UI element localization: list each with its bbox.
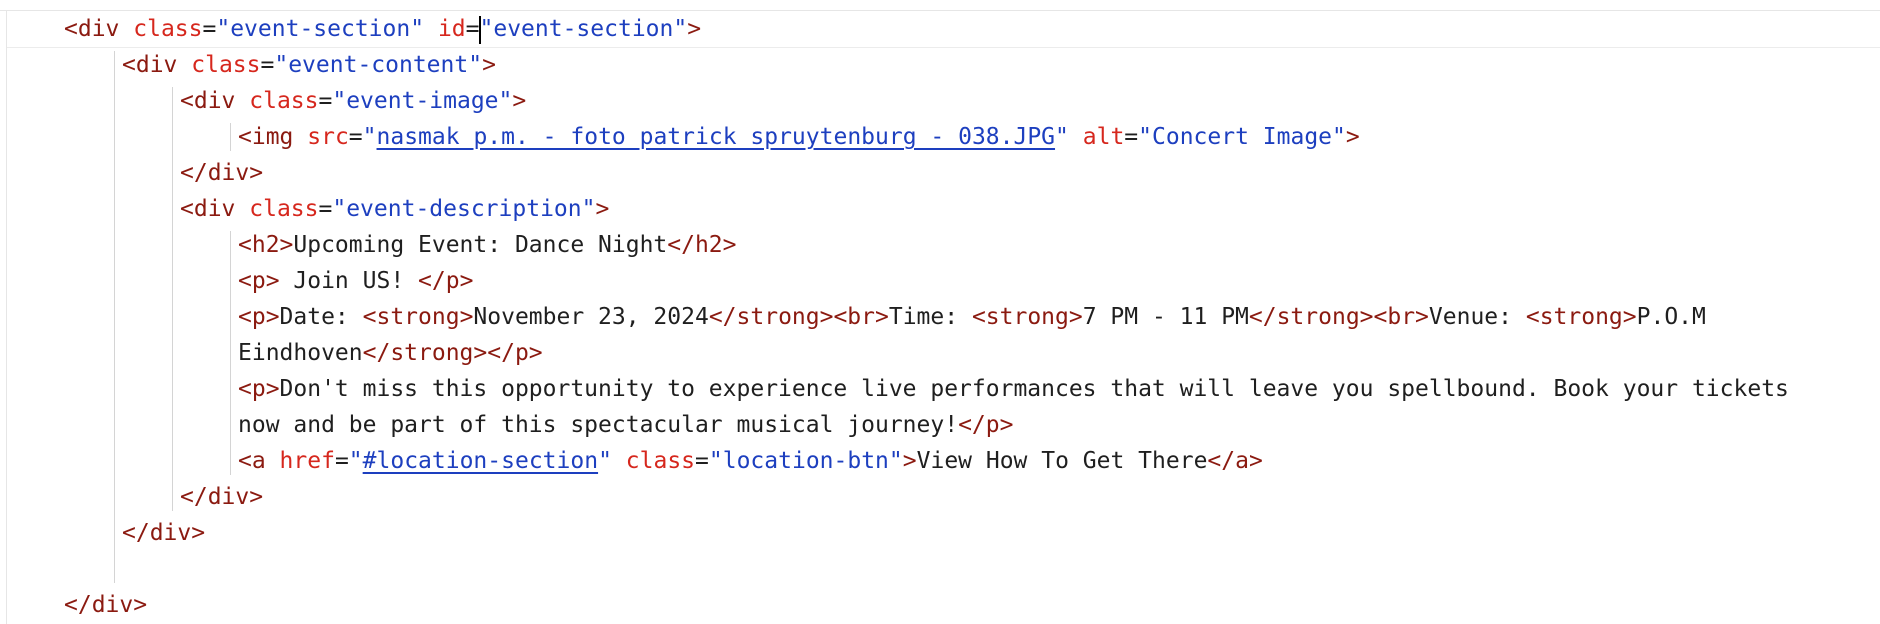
code-token-attribute: href — [279, 448, 335, 474]
code-token-value: "event-description" — [332, 196, 596, 222]
code-token-text: Time: — [888, 304, 972, 330]
code-token-value: "event-content" — [274, 52, 483, 78]
code-token-text: 7 PM - 11 PM — [1082, 304, 1249, 330]
code-token-text: Upcoming Event: Dance Night — [293, 232, 668, 258]
code-token-value: " — [598, 448, 612, 474]
code-token-text: Venue: — [1428, 304, 1526, 330]
code-token-tag: </div> — [64, 592, 148, 618]
code-token-attribute: alt — [1082, 124, 1125, 150]
code-token-tag: > — [482, 52, 496, 78]
code-token-tag: <div — [122, 52, 192, 78]
code-token-tag: </p> — [958, 412, 1014, 438]
code-token-text: View How To Get There — [916, 448, 1208, 474]
code-line[interactable]: Eindhoven</strong></p> — [238, 335, 543, 371]
code-token-text: = — [695, 448, 709, 474]
code-token-value: " — [1055, 124, 1069, 150]
code-token-tag: > — [687, 16, 702, 42]
editor-gutter-border — [6, 10, 7, 624]
code-token-value: " — [362, 124, 377, 150]
indent-guide — [230, 123, 231, 151]
code-token-text: = — [260, 52, 275, 78]
code-token-text: Eindhoven — [238, 340, 363, 366]
code-token-tag: <strong> — [362, 304, 474, 330]
code-token-tag: </p> — [418, 268, 474, 294]
code-token-tag: > — [1345, 124, 1360, 150]
indent-guide — [172, 87, 173, 511]
code-token-tag: </strong><br> — [1248, 304, 1429, 330]
code-line[interactable]: <p> Join US! </p> — [238, 263, 473, 299]
code-line[interactable]: </div> — [122, 515, 205, 551]
code-token-attribute: class — [133, 16, 203, 42]
code-token-attribute: class — [191, 52, 261, 78]
code-token-text: = — [1124, 124, 1139, 150]
code-line[interactable]: <a href="#location-section" class="locat… — [238, 443, 1263, 479]
code-token-text: = — [465, 16, 480, 42]
indent-guide — [114, 51, 115, 583]
code-line[interactable]: <div class="event-content"> — [122, 47, 496, 83]
code-token-tag: </div> — [122, 520, 206, 546]
code-line[interactable]: </div> — [180, 479, 263, 515]
code-token-tag: </h2> — [667, 232, 737, 258]
code-line[interactable]: <div class="event-description"> — [180, 191, 609, 227]
code-token-value: "Concert Image" — [1138, 124, 1346, 150]
code-token-text: = — [318, 196, 333, 222]
code-token-attribute: src — [307, 124, 349, 150]
code-token-value: "event-section" — [479, 16, 688, 42]
code-line[interactable]: <div class="event-image"> — [180, 83, 526, 119]
code-token-text: P.O.M — [1636, 304, 1706, 330]
code-token-tag: <strong> — [1525, 304, 1637, 330]
code-token-tag: <div — [64, 16, 134, 42]
code-token-link[interactable]: nasmak p.m. - foto patrick spruytenburg … — [377, 124, 1056, 150]
code-line[interactable]: <img src="nasmak p.m. - foto patrick spr… — [238, 119, 1360, 155]
code-token-text: Join US! — [279, 268, 419, 294]
code-token-tag: <a — [238, 448, 280, 474]
code-token-text: now and be part of this spectacular musi… — [238, 412, 959, 438]
code-token-tag: <h2> — [238, 232, 294, 258]
code-editor[interactable]: <div class="event-section" id="event-sec… — [0, 0, 1880, 624]
code-token-attribute: id — [437, 16, 466, 42]
code-token-tag: <p> — [238, 268, 280, 294]
code-token-tag: </strong></p> — [362, 340, 543, 366]
code-token-tag: > — [595, 196, 610, 222]
code-token-tag: </div> — [180, 484, 264, 510]
code-token-text: November 23, 2024 — [473, 304, 709, 330]
code-token-tag: <div — [180, 196, 250, 222]
code-line[interactable]: now and be part of this spectacular musi… — [238, 407, 1013, 443]
code-line[interactable]: <h2>Upcoming Event: Dance Night</h2> — [238, 227, 737, 263]
code-line[interactable]: <div class="event-section" id="event-sec… — [64, 11, 701, 47]
code-line[interactable]: </div> — [180, 155, 263, 191]
code-token-attribute: class — [249, 88, 319, 114]
code-token-text: = — [334, 448, 349, 474]
code-line[interactable]: <p>Date: <strong>November 23, 2024</stro… — [238, 299, 1706, 335]
code-token-tag: <img — [238, 124, 308, 150]
code-token-tag: </strong><br> — [708, 304, 889, 330]
code-token-text: Don't miss this opportunity to experienc… — [279, 376, 1789, 402]
code-token-attribute: class — [249, 196, 319, 222]
code-token-tag: <div — [180, 88, 250, 114]
code-token-value: "event-section" — [216, 16, 425, 42]
code-token-value: "event-image" — [332, 88, 513, 114]
code-token-tag: <p> — [238, 376, 280, 402]
code-line[interactable]: <p>Don't miss this opportunity to experi… — [238, 371, 1789, 407]
code-token-value: " — [348, 448, 363, 474]
code-token-tag: </div> — [180, 160, 264, 186]
indent-guide — [230, 231, 231, 475]
code-line[interactable]: </div> — [64, 587, 147, 623]
code-token-text: = — [202, 16, 217, 42]
code-token-tag: <p> — [238, 304, 280, 330]
code-token-value: "location-btn" — [708, 448, 903, 474]
code-token-text: = — [348, 124, 363, 150]
code-token-link[interactable]: #location-section — [363, 448, 598, 474]
code-token-attribute: class — [625, 448, 696, 474]
code-token-text: = — [318, 88, 333, 114]
code-token-tag: <strong> — [971, 304, 1083, 330]
code-token-text: Date: — [279, 304, 363, 330]
code-token-tag: </a> — [1207, 448, 1263, 474]
code-token-tag: > — [512, 88, 527, 114]
code-token-tag: > — [902, 448, 917, 474]
